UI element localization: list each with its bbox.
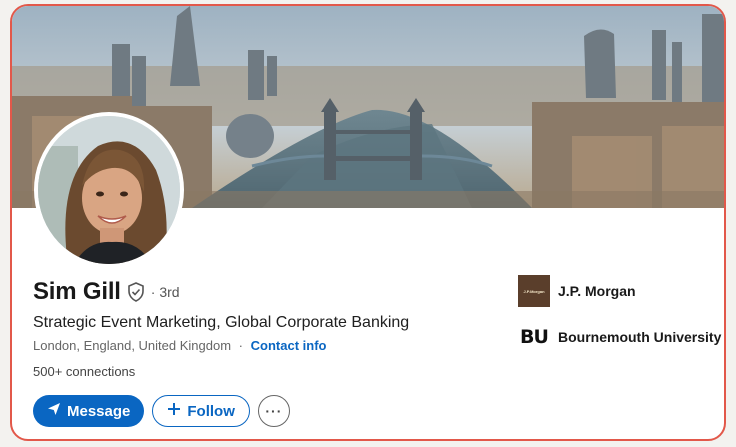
profile-avatar[interactable] bbox=[34, 112, 184, 268]
follow-button[interactable]: Follow bbox=[152, 395, 250, 427]
org-item-jp-morgan[interactable]: J.P.Morgan J.P. Morgan bbox=[518, 275, 636, 307]
connection-degree: · 3rd bbox=[150, 284, 180, 300]
connections-count[interactable]: 500+ connections bbox=[33, 364, 135, 379]
more-actions-button[interactable]: ··· bbox=[257, 395, 290, 427]
name-row: Sim Gill · 3rd bbox=[33, 278, 180, 306]
profile-headline: Strategic Event Marketing, Global Corpor… bbox=[33, 314, 410, 331]
location-separator: · bbox=[238, 338, 244, 353]
message-button-label: Message bbox=[67, 402, 131, 420]
more-icon: ··· bbox=[265, 403, 283, 419]
contact-info-link[interactable]: Contact info bbox=[251, 338, 327, 353]
profile-name: Sim Gill bbox=[33, 278, 121, 305]
profile-location: London, England, United Kingdom bbox=[33, 338, 232, 353]
org-name-jp-morgan: J.P. Morgan bbox=[558, 283, 636, 299]
bournemouth-university-logo-icon: BU bbox=[520, 326, 549, 348]
profile-actions: Message Follow ··· bbox=[33, 395, 290, 427]
verified-shield-icon[interactable] bbox=[127, 282, 145, 302]
message-button[interactable]: Message bbox=[33, 395, 145, 427]
plus-icon bbox=[167, 402, 181, 420]
jp-morgan-logo-icon: J.P.Morgan bbox=[518, 275, 550, 307]
profile-card: Sim Gill · 3rd Strategic Event Marketing… bbox=[10, 4, 726, 441]
org-item-bournemouth-university[interactable]: BU Bournemouth University bbox=[518, 321, 721, 353]
org-name-bournemouth-university: Bournemouth University bbox=[558, 329, 722, 345]
follow-button-label: Follow bbox=[187, 402, 235, 420]
send-icon bbox=[47, 402, 61, 420]
location-row: London, England, United Kingdom · Contac… bbox=[33, 338, 326, 353]
